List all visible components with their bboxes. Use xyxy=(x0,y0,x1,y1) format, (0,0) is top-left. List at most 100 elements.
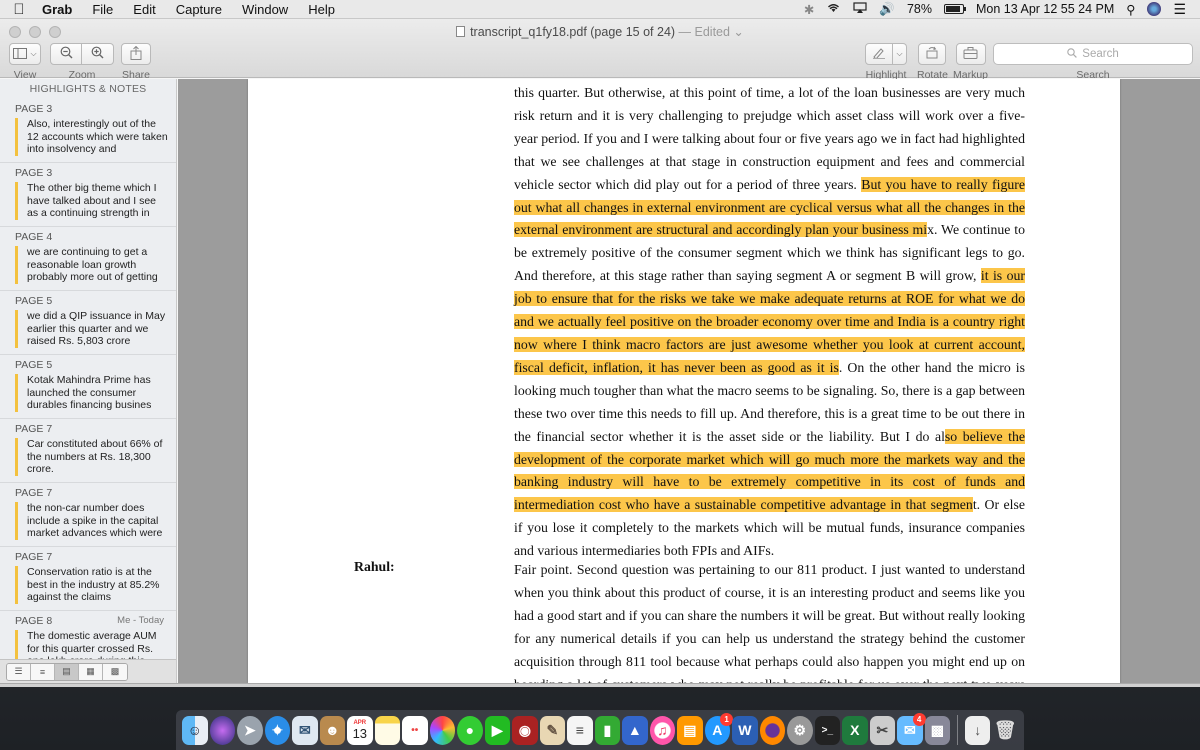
reminders-icon[interactable]: •• xyxy=(402,715,428,745)
menu-help[interactable]: Help xyxy=(298,0,345,19)
downloads-stack-icon[interactable]: ↓ xyxy=(964,715,991,745)
siri-icon[interactable] xyxy=(209,715,236,745)
markup-button[interactable] xyxy=(955,43,986,65)
battery-icon[interactable] xyxy=(944,4,966,14)
notes-view-icon[interactable]: ▤ xyxy=(55,663,79,680)
note-page-label: PAGE 3 xyxy=(15,103,53,115)
battery-percent: 78% xyxy=(906,2,932,16)
note-excerpt: we are continuing to get a reasonable lo… xyxy=(15,246,176,284)
mail-icon[interactable]: ✉ 4 xyxy=(897,712,926,745)
share-group: Share xyxy=(121,43,151,81)
note-item[interactable]: PAGE 7 Car constituted about 66% of the n… xyxy=(0,419,176,483)
numbers-icon[interactable]: ▮ xyxy=(594,715,621,745)
firefox-icon[interactable] xyxy=(759,715,786,745)
share-button[interactable] xyxy=(121,43,151,65)
note-item[interactable]: PAGE 5 Kotak Mahindra Prime has launched … xyxy=(0,355,176,419)
highlight-button[interactable] xyxy=(865,43,893,65)
highlighter-pen-icon xyxy=(872,46,886,62)
mail-badge: 4 xyxy=(912,712,926,726)
note-meta xyxy=(164,487,176,499)
zoom-in-button[interactable] xyxy=(82,43,114,65)
app-store-icon[interactable]: A1 xyxy=(704,712,734,745)
document-view[interactable]: this quarter. But otherwise, at this poi… xyxy=(178,79,1200,683)
highlighted-text[interactable]: it is our job to ensure that for the ris… xyxy=(514,268,1025,375)
zoom-out-button[interactable] xyxy=(50,43,82,65)
window-title[interactable]: transcript_q1fy18.pdf (page 15 of 24) — … xyxy=(0,24,1200,39)
document-paragraph-1[interactable]: this quarter. But otherwise, at this poi… xyxy=(514,82,1026,563)
contacts-icon[interactable]: ☻ xyxy=(319,715,346,745)
photo-booth-icon[interactable]: ◉ xyxy=(512,715,538,745)
preview-icon[interactable]: ✎ xyxy=(539,715,566,745)
word-icon[interactable]: W xyxy=(732,715,758,745)
menu-app-grab[interactable]: Grab xyxy=(38,0,82,19)
menu-bar:  Grab File Edit Capture Window Help ✱ 🔊… xyxy=(0,0,1200,19)
window-bottom-edge xyxy=(0,683,1200,687)
apple-menu-icon[interactable]:  xyxy=(0,1,38,18)
note-excerpt: Also, interestingly out of the 12 accoun… xyxy=(15,118,176,156)
sidebar-header: HIGHLIGHTS & NOTES xyxy=(29,83,147,95)
note-item[interactable]: PAGE 7 the non-car number does include a … xyxy=(0,483,176,547)
edited-status[interactable]: — Edited ⌄ xyxy=(679,25,744,39)
note-excerpt: we did a QIP issuance in May earlier thi… xyxy=(15,310,176,348)
rotate-button[interactable] xyxy=(918,43,947,65)
textedit-icon[interactable]: ≡ xyxy=(567,715,593,745)
launchpad-icon[interactable]: ➤ xyxy=(237,715,263,745)
note-item[interactable]: PAGE 3 Also, interestingly out of the 12 … xyxy=(0,99,176,163)
highlight-group: ⌵ Highlight xyxy=(865,43,907,81)
wifi-icon[interactable] xyxy=(826,2,841,16)
itunes-icon[interactable]: ♫ xyxy=(649,715,676,745)
facetime-icon[interactable]: ▶ xyxy=(484,715,511,745)
view-button[interactable]: ⌵ xyxy=(9,43,41,65)
note-item[interactable]: PAGE 4 we are continuing to get a reasona… xyxy=(0,227,176,291)
siri-icon[interactable] xyxy=(1147,2,1162,16)
grab-icon[interactable]: ✂ xyxy=(869,715,896,745)
note-meta xyxy=(164,103,176,115)
notification-center-icon[interactable]: ☰ xyxy=(1173,1,1186,18)
note-item[interactable]: PAGE 5 we did a QIP issuance in May earl… xyxy=(0,291,176,355)
menu-window[interactable]: Window xyxy=(232,0,298,19)
menu-edit[interactable]: Edit xyxy=(123,0,165,19)
menu-capture[interactable]: Capture xyxy=(166,0,232,19)
search-icon xyxy=(1067,47,1078,61)
note-excerpt: Kotak Mahindra Prime has launched the co… xyxy=(15,374,176,412)
airplay-icon[interactable] xyxy=(853,2,867,16)
sidebar-footer: ☰ ≡ ▤ ▦ ▩ xyxy=(0,659,176,683)
grid-view-icon[interactable]: ▦ xyxy=(79,663,103,680)
note-header: PAGE 4 xyxy=(15,231,176,243)
trash-icon[interactable]: 🗑 xyxy=(992,716,1018,745)
note-excerpt: Conservation ratio is at the best in the… xyxy=(15,566,176,604)
note-item[interactable]: PAGE 3 The other big theme which I have t… xyxy=(0,163,176,227)
outline-view-icon[interactable]: ≡ xyxy=(31,663,55,680)
note-item[interactable]: PAGE 7 Conservation ratio is at the best … xyxy=(0,547,176,611)
messages-icon[interactable]: ● xyxy=(457,715,483,745)
sidebar-view-icon xyxy=(13,47,28,62)
system-preferences-icon[interactable]: ⚙ xyxy=(787,715,813,745)
note-page-label: PAGE 7 xyxy=(15,423,53,435)
search-input[interactable]: Search xyxy=(993,43,1193,65)
finder-icon[interactable]: ☺ xyxy=(182,715,208,745)
menu-file[interactable]: File xyxy=(82,0,123,19)
bluetooth-icon[interactable]: ✱ xyxy=(804,2,814,17)
document-proxy-icon[interactable] xyxy=(456,26,466,37)
thumbnail-view-icon[interactable]: ▩ xyxy=(103,663,127,680)
menu-clock[interactable]: Mon 13 Apr 12 55 24 PM xyxy=(976,2,1114,16)
ibooks-icon[interactable]: ▤ xyxy=(677,715,703,745)
terminal-icon[interactable]: >_ xyxy=(814,715,841,745)
excel-icon[interactable]: X xyxy=(842,715,868,745)
window-title-text: transcript_q1fy18.pdf (page 15 of 24) xyxy=(470,25,676,39)
safari-icon[interactable]: ✦ xyxy=(264,715,291,745)
list-view-icon[interactable]: ☰ xyxy=(7,663,31,680)
speaker-name: Rahul: xyxy=(354,559,395,574)
note-header: PAGE 7 xyxy=(15,487,176,499)
image-capture-icon[interactable]: ▩ xyxy=(924,715,951,745)
document-paragraph-2[interactable]: Fair point. Second question was pertaini… xyxy=(514,559,1025,683)
spotlight-search-icon[interactable]: ⚲ xyxy=(1126,2,1135,17)
mail-stamp-icon[interactable]: ✉ xyxy=(292,715,318,745)
photos-icon[interactable] xyxy=(429,715,456,745)
volume-icon[interactable]: 🔊 xyxy=(879,2,895,17)
calendar-icon[interactable]: APR 13 xyxy=(347,715,373,745)
highlight-menu-button[interactable]: ⌵ xyxy=(893,43,907,65)
zoom-out-icon xyxy=(60,46,73,62)
notes-icon[interactable] xyxy=(374,715,401,745)
keynote-icon[interactable]: ▲ xyxy=(622,715,648,745)
